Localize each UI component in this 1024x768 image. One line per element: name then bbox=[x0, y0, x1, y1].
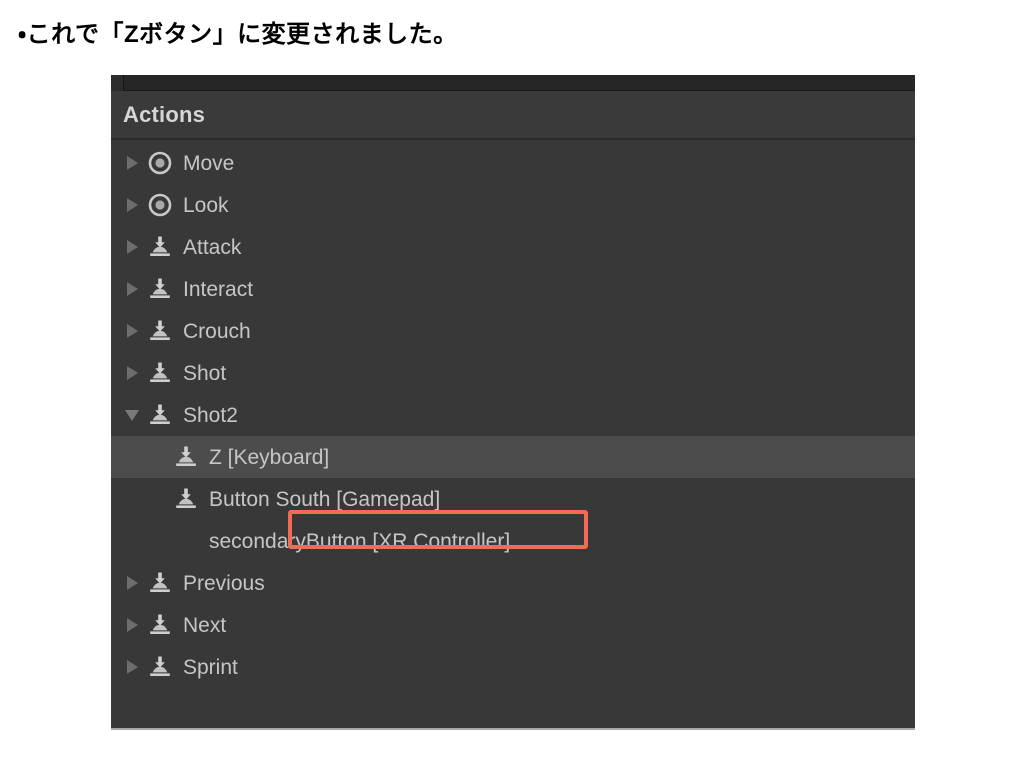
button-action-icon bbox=[171, 444, 201, 470]
tree-row[interactable]: Attack bbox=[111, 226, 915, 268]
button-action-icon bbox=[145, 612, 175, 638]
tab-strip-filler bbox=[124, 75, 915, 91]
button-action-icon bbox=[145, 570, 175, 596]
tree-row-label: Crouch bbox=[183, 321, 251, 342]
button-action-icon bbox=[145, 402, 175, 428]
tree-row-label: Shot bbox=[183, 363, 226, 384]
button-action-icon bbox=[145, 276, 175, 302]
tree-row[interactable]: Shot2 bbox=[111, 394, 915, 436]
tree-row[interactable]: Next bbox=[111, 604, 915, 646]
button-action-icon bbox=[145, 318, 175, 344]
actions-panel-header: Actions bbox=[111, 91, 915, 140]
button-action-icon bbox=[145, 234, 175, 260]
tree-row-label: Previous bbox=[183, 573, 265, 594]
tree-row[interactable]: Previous bbox=[111, 562, 915, 604]
tree-row-label: Sprint bbox=[183, 657, 238, 678]
stick-action-icon bbox=[145, 192, 175, 218]
chevron-right-icon[interactable] bbox=[119, 156, 145, 170]
chevron-down-icon[interactable] bbox=[119, 410, 145, 421]
tree-row[interactable]: Z [Keyboard] bbox=[111, 436, 915, 478]
tree-row-label: Z [Keyboard] bbox=[209, 447, 329, 468]
tree-row[interactable]: Look bbox=[111, 184, 915, 226]
panel-title: Actions bbox=[123, 102, 205, 128]
chevron-right-icon[interactable] bbox=[119, 366, 145, 380]
chevron-right-icon[interactable] bbox=[119, 660, 145, 674]
tree-row[interactable]: Shot bbox=[111, 352, 915, 394]
tree-row[interactable]: Button South [Gamepad] bbox=[111, 478, 915, 520]
tree-row-label: secondaryButton [XR Controller] bbox=[209, 531, 510, 552]
tree-row-label: Attack bbox=[183, 237, 241, 258]
panel-tab-strip bbox=[111, 75, 915, 91]
tree-row[interactable]: Crouch bbox=[111, 310, 915, 352]
button-action-icon bbox=[171, 486, 201, 512]
tree-row-label: Move bbox=[183, 153, 234, 174]
chevron-right-icon[interactable] bbox=[119, 240, 145, 254]
tree-row-label: Next bbox=[183, 615, 226, 636]
button-action-icon bbox=[145, 360, 175, 386]
chevron-right-icon[interactable] bbox=[119, 282, 145, 296]
tree-row-label: Look bbox=[183, 195, 229, 216]
chevron-right-icon[interactable] bbox=[119, 618, 145, 632]
tree-row[interactable]: Interact bbox=[111, 268, 915, 310]
tree-row[interactable]: Move bbox=[111, 142, 915, 184]
tree-row-label: Shot2 bbox=[183, 405, 238, 426]
tree-row-label: Button South [Gamepad] bbox=[209, 489, 440, 510]
tab-stub[interactable] bbox=[111, 75, 124, 91]
tree-row[interactable]: Sprint bbox=[111, 646, 915, 688]
stick-action-icon bbox=[145, 150, 175, 176]
actions-panel: Actions Move Look Attack Interact Crouch Shot… bbox=[111, 75, 915, 730]
actions-tree: Move Look Attack Interact Crouch Shot Shot2 Z [… bbox=[111, 140, 915, 688]
chevron-right-icon[interactable] bbox=[119, 198, 145, 212]
button-action-icon bbox=[145, 654, 175, 680]
caption-text: ・これで「Zボタン」に変更されました。 bbox=[18, 14, 458, 49]
tree-row[interactable]: secondaryButton [XR Controller] bbox=[111, 520, 915, 562]
chevron-right-icon[interactable] bbox=[119, 324, 145, 338]
tree-row-label: Interact bbox=[183, 279, 253, 300]
chevron-right-icon[interactable] bbox=[119, 576, 145, 590]
